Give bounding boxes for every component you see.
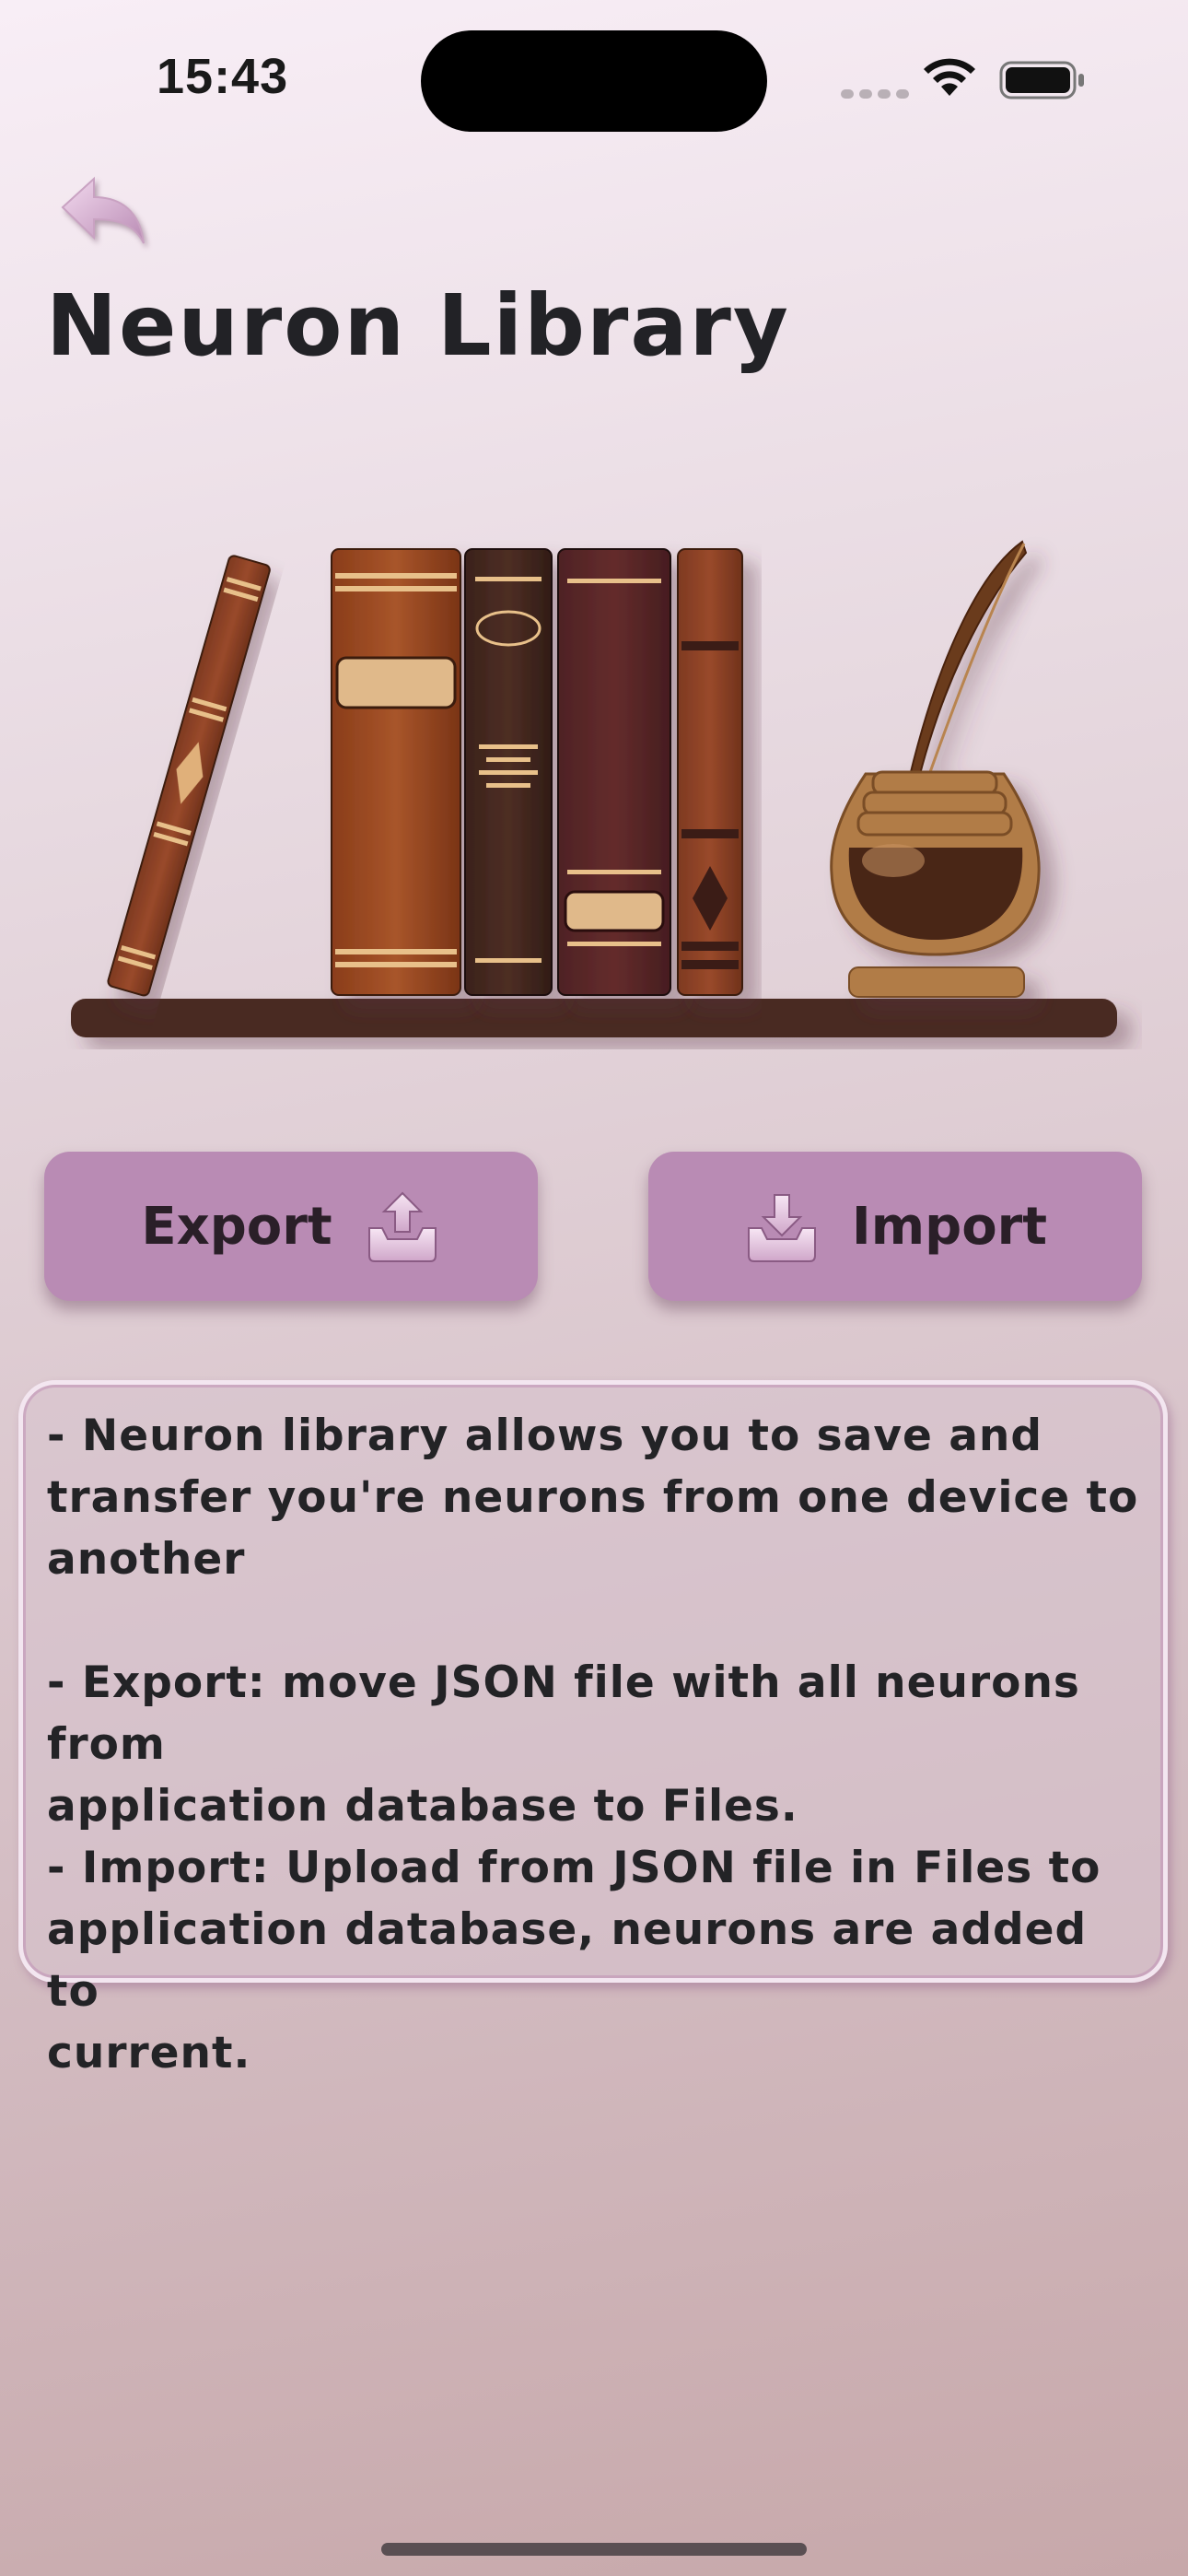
tray-upload-icon — [367, 1191, 437, 1262]
export-label: Export — [141, 1196, 332, 1257]
wifi-icon — [924, 58, 975, 96]
back-arrow-icon — [61, 176, 145, 244]
book — [331, 548, 461, 996]
status-bar: 15:43 — [0, 0, 1188, 157]
inkwell-with-quill — [830, 540, 1041, 998]
dynamic-island — [421, 30, 767, 132]
back-button[interactable] — [55, 166, 157, 258]
status-time: 15:43 — [157, 49, 289, 104]
tray-download-icon — [747, 1194, 816, 1262]
export-button[interactable]: Export — [44, 1152, 538, 1301]
book — [677, 548, 743, 996]
import-label: Import — [851, 1196, 1048, 1257]
leaning-book — [107, 555, 271, 997]
import-button[interactable]: Import — [648, 1152, 1142, 1301]
info-text: - Neuron library allows you to save and … — [47, 1411, 1139, 2078]
info-box: - Neuron library allows you to save and … — [18, 1380, 1168, 2078]
book — [557, 548, 671, 996]
signal-icon — [841, 85, 914, 102]
bookshelf-illustration — [71, 540, 1117, 1037]
page-title: Neuron Library — [46, 276, 790, 375]
home-indicator[interactable] — [381, 2543, 807, 2556]
battery-icon — [999, 61, 1084, 100]
book — [464, 548, 553, 996]
shelf — [71, 999, 1117, 1037]
